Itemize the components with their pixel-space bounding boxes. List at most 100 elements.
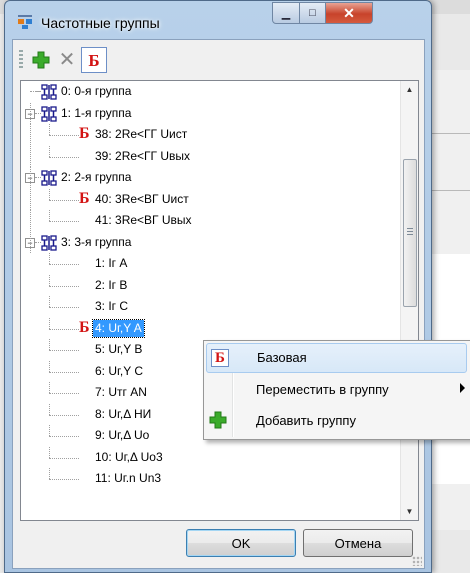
tree-connector (30, 167, 31, 188)
tree-group-row[interactable]: −2: 2-я группа (21, 167, 399, 189)
tree-item-row[interactable]: 11: Uг.n Un3 (21, 468, 399, 490)
tree-connector (49, 371, 79, 373)
close-icon: ✕ (343, 4, 355, 21)
tree-connector (30, 188, 31, 210)
tree-node-label: 0: 0-я группа (61, 84, 132, 98)
tree-connector (49, 296, 50, 307)
group-icon (41, 84, 57, 100)
tree-item-row[interactable]: Б 40: 3Re<ВГ Uист (21, 188, 399, 211)
close-button[interactable]: ✕ (326, 2, 373, 24)
tree-connector (30, 145, 31, 167)
tree-node-label: 6: Uг,Y C (95, 363, 144, 378)
menu-item-add-group[interactable]: Добавить группу (206, 407, 467, 435)
green-plus-icon (209, 411, 227, 429)
maximize-button[interactable]: □ (300, 2, 326, 24)
ok-button[interactable]: OK (186, 529, 296, 557)
submenu-arrow-icon (460, 383, 465, 393)
tree-connector (49, 328, 79, 330)
dialog-window: Частотные группы ▁ □ ✕ ✕ Б 0: 0-я группа… (4, 0, 432, 573)
scroll-thumb[interactable] (403, 159, 417, 307)
tree-scrollbar[interactable]: ▲ ▼ (400, 81, 418, 520)
tree-connector (49, 436, 79, 437)
tree-item-row[interactable]: 39: 2Re<ГГ Uвых (21, 145, 399, 168)
tree-node-label: 40: 3Re<ВГ Uист (95, 191, 189, 206)
base-b-icon: Б (211, 349, 229, 367)
title-bar[interactable]: Частотные группы ▁ □ ✕ (5, 1, 431, 39)
group-icon (41, 234, 57, 251)
tree-node-label: 39: 2Re<ГГ Uвых (95, 148, 191, 163)
tree-connector (49, 403, 50, 415)
tree-connector (49, 156, 79, 158)
green-plus-icon (32, 51, 50, 69)
tree-connector (30, 210, 31, 231)
tree-item-row[interactable]: 3: Iг C (21, 296, 399, 318)
scroll-down-arrow-icon[interactable]: ▼ (401, 503, 418, 520)
tree-item-row[interactable]: Б 4: Uг,Y A (21, 317, 399, 340)
tree-connector (49, 135, 79, 136)
tree-connector (49, 253, 50, 264)
window-title: Частотные группы (41, 15, 160, 31)
tree-connector (49, 382, 50, 393)
toolbar-grip[interactable] (19, 50, 23, 70)
minimize-button[interactable]: ▁ (272, 2, 300, 24)
tree-connector (49, 479, 79, 480)
maximize-icon: □ (309, 7, 316, 19)
tree-node-label: 3: 3-я группа (61, 234, 132, 249)
group-tree[interactable]: 0: 0-я группа −1: 1-я группа Б 38: 2Re<ГГ U… (20, 80, 419, 521)
tree-group-row[interactable]: −3: 3-я группа (21, 231, 399, 254)
base-b-icon: Б (79, 318, 90, 336)
context-menu: Б Базовая Переместить в группу Добавить … (203, 340, 470, 440)
tree-node-label: 1: Iг A (95, 256, 128, 270)
tree-connector (49, 457, 79, 459)
tree-node-label: 8: Uг,Δ HИ (95, 406, 152, 421)
tree-group-row[interactable]: 0: 0-я группа (21, 81, 399, 103)
tree-connector (30, 124, 31, 145)
tree-connector (49, 285, 79, 287)
tree-node-label: 5: Uг,Y B (95, 342, 143, 356)
menu-item-move-to-group[interactable]: Переместить в группу (206, 376, 467, 404)
tree-connector (30, 102, 31, 124)
tree-node-label: 1: 1-я группа (61, 105, 132, 120)
tree-item-row[interactable]: 10: Uг,Δ Uo3 (21, 446, 399, 469)
tree-connector (49, 425, 50, 436)
menu-item-base[interactable]: Б Базовая (206, 343, 467, 373)
tree-node-label: 9: Uг,Δ Uo (95, 428, 150, 442)
size-grip[interactable] (412, 556, 422, 566)
tree-connector (49, 124, 50, 135)
tree-group-row[interactable]: −1: 1-я группа (21, 102, 399, 125)
minimize-icon: ▁ (281, 7, 291, 20)
tree-connector (49, 468, 50, 479)
base-b-icon: Б (79, 125, 90, 142)
tree-node-label: 2: 2-я группа (61, 170, 132, 184)
base-b-icon: Б (79, 189, 90, 207)
tree-item-row[interactable]: 2: Iг B (21, 274, 399, 297)
tree-item-row[interactable]: 41: 3Re<ВГ Uвых (21, 210, 399, 232)
tree-node-label: 3: Iг C (95, 299, 129, 313)
set-base-button[interactable]: Б (81, 47, 107, 73)
tree-connector (49, 145, 50, 157)
tree-connector (49, 274, 50, 286)
add-button[interactable] (29, 48, 53, 72)
tree-connector (49, 317, 50, 329)
base-b-icon: Б (88, 50, 100, 70)
delete-button[interactable]: ✕ (55, 48, 79, 72)
tree-connector (49, 446, 50, 458)
group-icon (41, 105, 57, 122)
tree-item-row[interactable]: 1: Iг A (21, 253, 399, 275)
tree-connector (49, 264, 79, 265)
tree-node-label: 7: Uтг AN (95, 385, 147, 399)
scroll-up-arrow-icon[interactable]: ▲ (401, 81, 418, 98)
tree-item-row[interactable]: Б 38: 2Re<ГГ Uист (21, 124, 399, 146)
delete-x-icon: ✕ (58, 49, 76, 71)
toolbar: ✕ Б (19, 46, 147, 74)
tree-node-label: 2: Iг B (95, 277, 128, 292)
menu-item-label: Переместить в группу (256, 382, 389, 397)
cancel-button[interactable]: Отмена (303, 529, 413, 557)
tree-connector (30, 231, 31, 253)
tree-connector (49, 414, 79, 416)
tree-node-label: 38: 2Re<ГГ Uист (95, 127, 188, 141)
tree-connector (49, 307, 79, 308)
app-icon (18, 15, 32, 29)
tree-connector (49, 210, 50, 221)
tree-node-label: 4: Uг,Y A (92, 318, 145, 338)
